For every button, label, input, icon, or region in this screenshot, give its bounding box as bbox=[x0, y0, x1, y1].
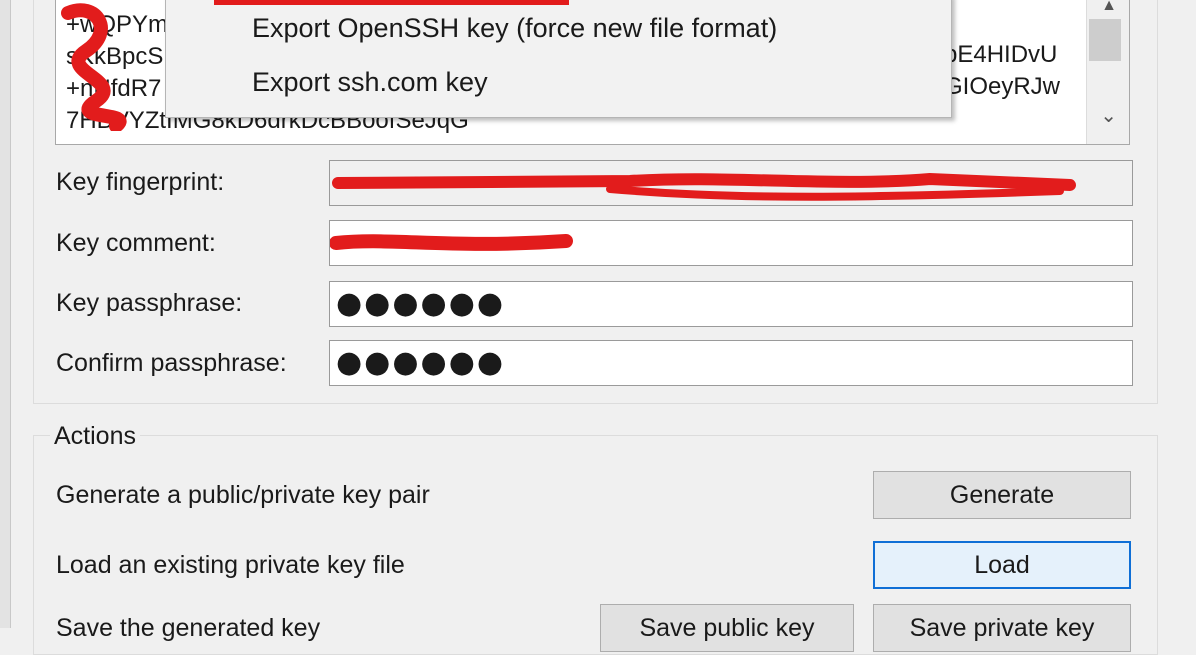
passphrase-field[interactable]: ●●●●●● bbox=[329, 281, 1133, 327]
menu-item-export-openssh-new[interactable]: Export OpenSSH key (force new file forma… bbox=[252, 13, 777, 44]
comment-field[interactable] bbox=[329, 220, 1133, 266]
export-context-menu: Export OpenSSH key (force new file forma… bbox=[165, 0, 952, 118]
fingerprint-redaction bbox=[332, 172, 1076, 201]
load-label: Load an existing private key file bbox=[56, 551, 405, 579]
generate-button[interactable]: Generate bbox=[873, 471, 1131, 519]
scroll-down-icon[interactable]: ⌄ bbox=[1100, 103, 1117, 128]
confirm-passphrase-field[interactable]: ●●●●●● bbox=[329, 340, 1133, 386]
menu-item-export-sshcom[interactable]: Export ssh.com key bbox=[252, 67, 488, 98]
window-left-edge bbox=[0, 0, 11, 628]
passphrase-label: Key passphrase: bbox=[56, 289, 243, 317]
key-scrollbar[interactable]: ▲ ⌄ bbox=[1086, 0, 1129, 144]
actions-title: Actions bbox=[50, 422, 140, 451]
save-label: Save the generated key bbox=[56, 614, 321, 642]
confirm-passphrase-label: Confirm passphrase: bbox=[56, 349, 287, 377]
comment-redaction bbox=[330, 234, 573, 251]
load-button[interactable]: Load bbox=[873, 541, 1131, 589]
key-fragment-right-1: pE4HIDvU bbox=[944, 41, 1058, 68]
window-right-edge bbox=[1176, 0, 1196, 628]
save-private-key-button[interactable]: Save private key bbox=[873, 604, 1131, 652]
scroll-thumb[interactable] bbox=[1089, 19, 1121, 61]
key-fragment-right-2: GIOeyRJw bbox=[944, 73, 1061, 100]
generate-label: Generate a public/private key pair bbox=[56, 481, 430, 509]
fingerprint-field[interactable] bbox=[329, 160, 1133, 206]
scroll-up-icon[interactable]: ▲ bbox=[1101, 0, 1117, 15]
save-public-key-button[interactable]: Save public key bbox=[600, 604, 854, 652]
redaction-scribble bbox=[61, 3, 127, 131]
redaction-bar bbox=[214, 0, 569, 5]
comment-label: Key comment: bbox=[56, 229, 216, 257]
fingerprint-label: Key fingerprint: bbox=[56, 168, 225, 196]
